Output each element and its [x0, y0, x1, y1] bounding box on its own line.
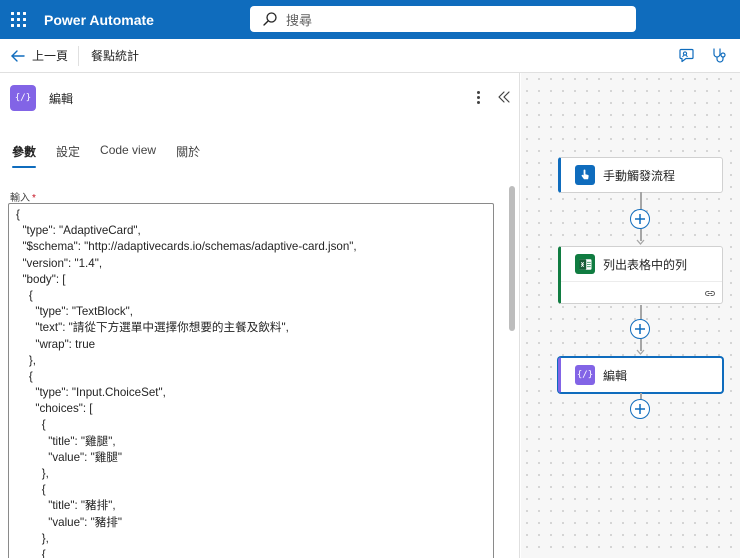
scrollbar-thumb[interactable]: [509, 186, 515, 331]
header-actions: [678, 47, 728, 64]
insert-step-button[interactable]: [630, 319, 650, 339]
code-content[interactable]: { "type": "AdaptiveCard", "$schema": "ht…: [9, 204, 493, 558]
arrow-down-icon: [636, 349, 645, 355]
compose-icon: {/}: [575, 365, 595, 385]
code-line[interactable]: "$schema": "http://adaptivecards.io/sche…: [16, 239, 493, 255]
app-launcher-icon[interactable]: [0, 0, 36, 39]
trigger-node-label: 手動觸發流程: [603, 168, 676, 183]
code-line[interactable]: },: [16, 353, 493, 369]
code-line[interactable]: "title": "豬排",: [16, 498, 493, 514]
arrow-left-icon: [11, 49, 25, 62]
trigger-node[interactable]: 手動觸發流程: [558, 157, 723, 193]
input-field-label: 輸入 *: [10, 189, 36, 204]
collapse-panel-icon[interactable]: [496, 89, 512, 105]
connector-line: [640, 305, 642, 319]
action-details-panel: {/} 編輯 參數 設定 Code view 關於 輸入 * { "type": …: [0, 73, 520, 558]
search-icon: [263, 12, 277, 26]
code-line[interactable]: "text": "請從下方選單中選擇你想要的主餐及飲料",: [16, 320, 493, 336]
code-line[interactable]: "type": "TextBlock",: [16, 304, 493, 320]
plus-icon: [635, 324, 645, 334]
connector-line: [640, 192, 642, 209]
code-line[interactable]: {: [16, 417, 493, 433]
plus-icon: [635, 214, 645, 224]
code-line[interactable]: "choices": [: [16, 401, 493, 417]
app-header: Power Automate 搜尋: [0, 0, 740, 39]
list-rows-node[interactable]: 列出表格中的列: [558, 246, 723, 304]
node-footer: [561, 281, 722, 303]
list-rows-node-label: 列出表格中的列: [603, 257, 688, 272]
tab-about[interactable]: 關於: [176, 143, 200, 168]
editor-scrollbar[interactable]: [508, 186, 516, 556]
code-line[interactable]: {: [16, 369, 493, 385]
divider: [78, 45, 80, 66]
code-line[interactable]: },: [16, 531, 493, 547]
tab-code-view[interactable]: Code view: [100, 143, 156, 168]
code-line[interactable]: },: [16, 466, 493, 482]
code-line[interactable]: "type": "Input.ChoiceSet",: [16, 385, 493, 401]
plus-icon: [635, 404, 645, 414]
search-input[interactable]: 搜尋: [286, 10, 312, 29]
code-line[interactable]: "body": [: [16, 272, 493, 288]
back-button[interactable]: 上一頁: [10, 47, 68, 64]
code-line[interactable]: "version": "1.4",: [16, 256, 493, 272]
brand-title[interactable]: Power Automate: [44, 12, 154, 28]
compose-icon: {/}: [10, 85, 36, 111]
compose-node-label: 編輯: [603, 368, 628, 383]
designer-canvas[interactable]: 手動觸發流程 列出表格中的列 {/} 編輯: [521, 73, 740, 558]
insert-step-button[interactable]: [630, 209, 650, 229]
code-line[interactable]: "wrap": true: [16, 337, 493, 353]
search-box[interactable]: 搜尋: [250, 6, 636, 32]
code-line[interactable]: "value": "豬排": [16, 515, 493, 531]
link-icon[interactable]: [704, 287, 716, 299]
copilot-chat-icon[interactable]: [678, 47, 695, 64]
flow-name: 餐點統計: [91, 49, 140, 63]
more-options-button[interactable]: [470, 89, 486, 105]
add-step-button[interactable]: [630, 399, 650, 419]
hand-touch-icon: [575, 165, 595, 185]
excel-icon: [575, 254, 595, 274]
back-label: 上一頁: [32, 49, 69, 63]
arrow-down-icon: [636, 239, 645, 245]
panel-tabs: 參數 設定 Code view 關於: [12, 143, 200, 168]
tab-settings[interactable]: 設定: [56, 143, 80, 168]
code-line[interactable]: "value": "雞腿": [16, 450, 493, 466]
code-line[interactable]: {: [16, 207, 493, 223]
code-line[interactable]: "title": "雞腿",: [16, 434, 493, 450]
code-line[interactable]: "type": "AdaptiveCard",: [16, 223, 493, 239]
sub-header: 上一頁 餐點統計: [0, 39, 740, 73]
inputs-editor[interactable]: { "type": "AdaptiveCard", "$schema": "ht…: [8, 203, 494, 558]
panel-header: {/} 編輯: [10, 85, 73, 111]
flow-checker-icon[interactable]: [711, 47, 728, 64]
code-line[interactable]: {: [16, 482, 493, 498]
code-line[interactable]: {: [16, 288, 493, 304]
compose-node[interactable]: {/} 編輯: [558, 357, 723, 393]
code-line[interactable]: {: [16, 547, 493, 558]
tab-parameters[interactable]: 參數: [12, 143, 37, 168]
action-title[interactable]: 編輯: [49, 90, 73, 107]
